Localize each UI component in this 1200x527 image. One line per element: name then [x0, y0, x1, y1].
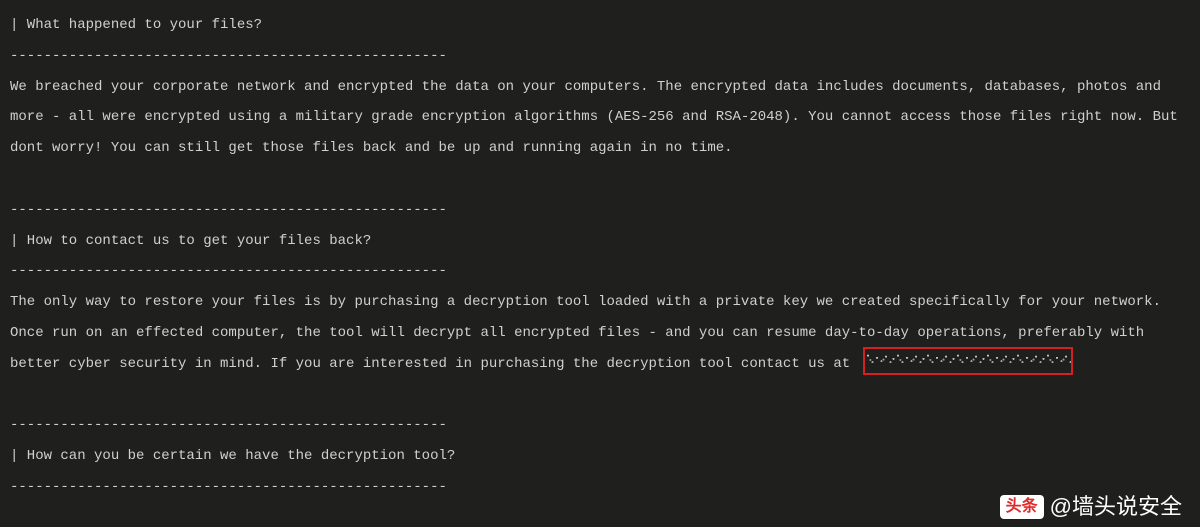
- separator: ----------------------------------------…: [10, 41, 1190, 72]
- watermark-handle: @墙头说安全: [1050, 496, 1182, 518]
- section-body-2: The only way to restore your files is by…: [10, 287, 1190, 379]
- watermark: 头条 @墙头说安全: [1000, 495, 1182, 519]
- watermark-badge: 头条: [1000, 495, 1044, 519]
- ransom-note-content: | What happened to your files? ---------…: [10, 10, 1190, 503]
- separator: ----------------------------------------…: [10, 256, 1190, 287]
- section-heading-3: | How can you be certain we have the dec…: [10, 441, 1190, 472]
- separator: ----------------------------------------…: [10, 410, 1190, 441]
- section-heading-1: | What happened to your files?: [10, 10, 1190, 41]
- blank-line: [10, 380, 1190, 411]
- section-heading-2: | How to contact us to get your files ba…: [10, 226, 1190, 257]
- separator: ----------------------------------------…: [10, 195, 1190, 226]
- blank-line: [10, 164, 1190, 195]
- redacted-contact-box: [863, 347, 1073, 375]
- section-body-1: We breached your corporate network and e…: [10, 72, 1190, 164]
